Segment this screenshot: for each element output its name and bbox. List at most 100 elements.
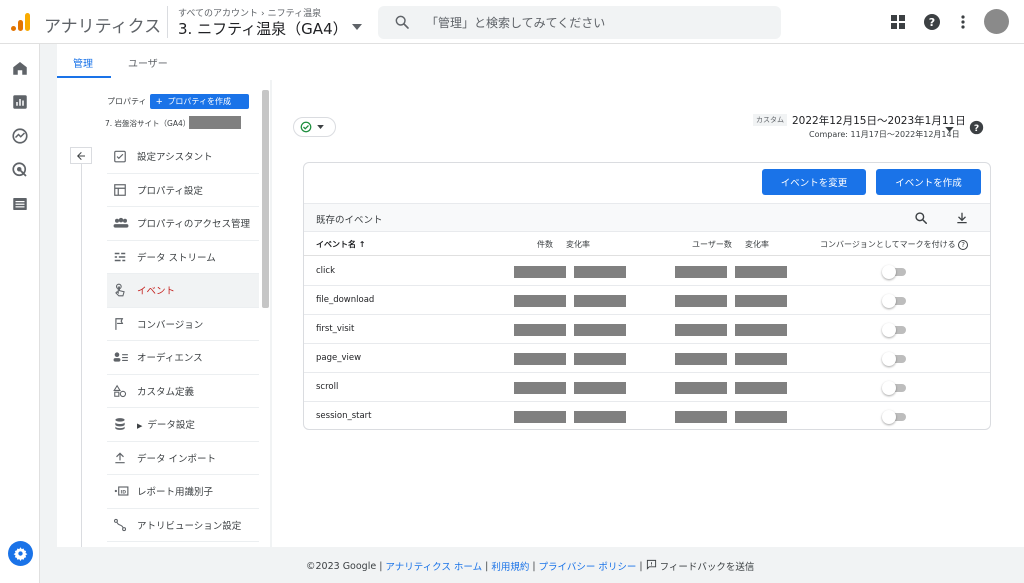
nav-item-data-settings[interactable]: ▶ データ設定	[107, 408, 259, 442]
settings-icon[interactable]	[8, 541, 33, 566]
tab-user[interactable]: ユーザー	[128, 55, 168, 70]
avatar[interactable]	[984, 9, 1009, 34]
more-vert-icon[interactable]	[953, 12, 973, 32]
shapes-icon	[113, 384, 127, 398]
redacted-value	[514, 411, 566, 423]
redacted-value	[675, 324, 727, 336]
search-icon[interactable]	[914, 210, 928, 229]
create-property-button[interactable]: + プロパティを作成	[150, 94, 249, 109]
send-feedback-link[interactable]: フィードバックを送信	[660, 559, 755, 573]
nav-item-label: ▶ データ設定	[137, 417, 195, 431]
property-label: プロパティ	[107, 97, 147, 106]
tab-admin[interactable]: 管理	[73, 55, 93, 70]
advertising-icon[interactable]	[11, 161, 29, 179]
list-icon[interactable]	[11, 195, 29, 213]
create-event-button[interactable]: イベントを作成	[876, 169, 981, 195]
footer-link-terms[interactable]: 利用規約	[491, 559, 529, 573]
nav-item-label: 設定アシスタント	[137, 152, 213, 164]
feedback-icon[interactable]	[646, 559, 657, 573]
conversion-toggle[interactable]	[882, 352, 908, 366]
search-bar[interactable]	[378, 6, 781, 39]
analytics-logo-icon[interactable]	[10, 11, 32, 33]
table-row[interactable]: click	[304, 257, 990, 286]
event-name: session_start	[316, 411, 372, 421]
conversion-toggle[interactable]	[882, 294, 908, 308]
nav-item-setup-assistant[interactable]: 設定アシスタント	[107, 140, 259, 174]
table-toolbar: 既存のイベント	[304, 203, 990, 232]
redacted-value	[675, 382, 727, 394]
redacted-value	[574, 353, 626, 365]
footer-link-privacy[interactable]: プライバシー ポリシー	[539, 559, 637, 573]
nav-item-custom-definitions[interactable]: カスタム定義	[107, 375, 259, 408]
redacted-value	[514, 324, 566, 336]
modify-event-button[interactable]: イベントを変更	[762, 169, 866, 195]
nav-item-data-streams[interactable]: データ ストリーム	[107, 241, 259, 274]
table-row[interactable]: scroll	[304, 373, 990, 402]
data-status-chip[interactable]	[293, 117, 336, 137]
property-selector[interactable]: 3. ニフティ温泉（GA4）	[178, 18, 348, 39]
date-range-picker[interactable]: 2022年12月15日〜2023年1月11日	[792, 113, 966, 128]
events-main-panel: カスタム 2022年12月15日〜2023年1月11日 Compare: 11月…	[272, 80, 1024, 547]
conversion-toggle[interactable]	[882, 323, 908, 337]
redacted-value	[675, 353, 727, 365]
column-change-users[interactable]: 変化率	[745, 239, 769, 250]
back-button[interactable]	[70, 147, 92, 164]
nav-item-conversions[interactable]: コンバージョン	[107, 308, 259, 341]
nav-item-events[interactable]: イベント	[107, 274, 259, 308]
nav-item-attribution-settings[interactable]: アトリビューション設定	[107, 509, 259, 542]
arrow-up-icon: ↑	[358, 240, 366, 249]
nav-item-data-import[interactable]: データ インポート	[107, 442, 259, 475]
nav-item-audiences[interactable]: オーディエンス	[107, 341, 259, 375]
help-icon[interactable]: ?	[969, 120, 984, 139]
redacted-value	[574, 266, 626, 278]
column-mark-conversion: コンバージョンとしてマークを付ける ?	[820, 239, 969, 250]
help-outline-icon[interactable]: ?	[958, 239, 969, 250]
conversion-toggle[interactable]	[882, 265, 908, 279]
column-event-name[interactable]: イベント名 ↑	[316, 239, 366, 250]
nav-item-reporting-identity[interactable]: ID レポート用識別子	[107, 475, 259, 509]
search-input[interactable]	[426, 6, 766, 39]
id-icon: ID	[113, 484, 129, 498]
conversion-toggle[interactable]	[882, 410, 908, 424]
upload-icon	[113, 451, 127, 465]
apps-grid-icon[interactable]	[888, 12, 908, 32]
svg-text:?: ?	[974, 123, 979, 134]
download-icon[interactable]	[955, 210, 969, 229]
data-stream-icon	[113, 250, 127, 264]
footer-link-analytics-home[interactable]: アナリティクス ホーム	[385, 559, 482, 573]
redacted-value	[735, 411, 787, 423]
caret-down-icon[interactable]	[352, 24, 362, 30]
footer: ©2023 Google | アナリティクス ホーム | 利用規約 | プライバ…	[306, 559, 754, 573]
event-name: page_view	[316, 353, 362, 363]
column-change-count[interactable]: 変化率	[566, 239, 590, 250]
help-icon[interactable]: ?	[922, 12, 942, 32]
table-row[interactable]: first_visit	[304, 315, 990, 344]
property-settings-icon	[113, 183, 127, 197]
table-header: イベント名 ↑ 件数 変化率 ユーザー数 変化率 コンバージョンとしてマークを付…	[304, 232, 990, 256]
redacted-value	[735, 295, 787, 307]
table-row[interactable]: file_download	[304, 286, 990, 315]
svg-text:ID: ID	[121, 489, 127, 495]
reports-icon[interactable]	[11, 93, 29, 111]
table-row[interactable]: page_view	[304, 344, 990, 373]
attribution-icon	[113, 518, 127, 532]
nav-item-access-management[interactable]: プロパティのアクセス管理	[107, 207, 259, 241]
redacted-value	[675, 266, 727, 278]
nav-item-property-settings[interactable]: プロパティ設定	[107, 174, 259, 207]
nav-divider	[81, 164, 82, 547]
selected-property[interactable]: 7. 岩盤浴サイト（GA4）	[105, 118, 190, 129]
home-icon[interactable]	[11, 59, 29, 77]
redacted-value	[675, 295, 727, 307]
table-row[interactable]: session_start	[304, 402, 990, 429]
nav-scrollbar[interactable]	[262, 90, 269, 308]
admin-nav-list: 設定アシスタント プロパティ設定 プロパティのアクセス管理 データ ストリーム …	[107, 140, 259, 542]
footer-separator: |	[532, 560, 536, 572]
conversion-toggle[interactable]	[882, 381, 908, 395]
copyright: ©2023 Google	[306, 560, 377, 572]
explore-icon[interactable]	[11, 127, 29, 145]
event-name: file_download	[316, 295, 375, 305]
column-count[interactable]: 件数	[537, 239, 553, 250]
column-users[interactable]: ユーザー数	[692, 239, 732, 250]
redacted-value	[735, 324, 787, 336]
plus-icon: +	[156, 95, 163, 108]
